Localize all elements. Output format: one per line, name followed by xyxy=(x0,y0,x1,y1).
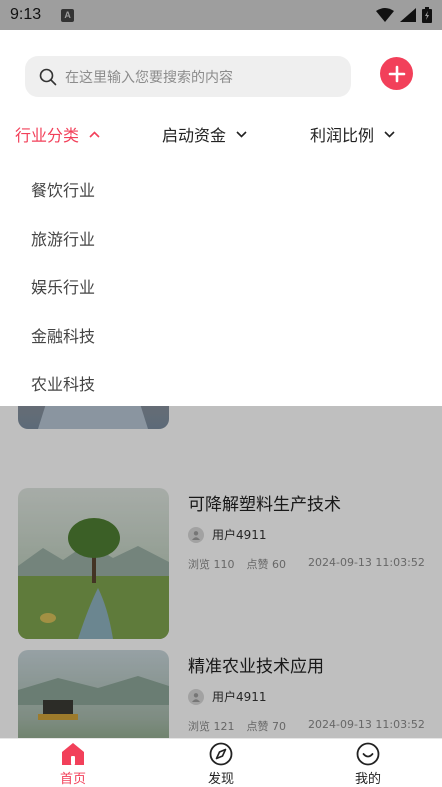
filter-label: 利润比例 xyxy=(310,126,375,145)
dropdown-item[interactable]: 旅游行业 xyxy=(0,214,442,263)
dropdown-item[interactable]: 农业科技 xyxy=(0,359,442,408)
tab-discover[interactable]: 发现 xyxy=(191,742,251,787)
filter-label: 启动资金 xyxy=(162,126,227,145)
battery-icon xyxy=(422,7,432,23)
status-icons xyxy=(376,7,432,23)
chevron-up-icon xyxy=(89,130,100,138)
status-time: 9:13 xyxy=(10,6,42,23)
signal-icon xyxy=(400,8,416,22)
filter-profit-ratio[interactable]: 利润比例 xyxy=(310,122,395,146)
wifi-icon xyxy=(376,8,394,22)
sim-indicator-icon: A xyxy=(61,8,75,22)
industry-dropdown: 餐饮行业 旅游行业 娱乐行业 金融科技 农业科技 xyxy=(0,165,442,408)
tab-home[interactable]: 首页 xyxy=(43,742,103,787)
chevron-down-icon xyxy=(384,130,395,138)
search-bar[interactable]: 在这里输入您要搜索的内容 xyxy=(25,56,351,97)
filter-label: 行业分类 xyxy=(15,126,80,145)
plus-icon xyxy=(388,65,405,82)
add-button[interactable] xyxy=(380,57,413,90)
status-bar: 9:13 A xyxy=(0,0,442,30)
filter-panel: 在这里输入您要搜索的内容 行业分类 启动资金 利润比例 餐饮行业 旅游行业 娱乐… xyxy=(0,30,442,406)
tab-label: 发现 xyxy=(207,772,234,787)
dropdown-item[interactable]: 餐饮行业 xyxy=(0,165,442,214)
tab-label: 我的 xyxy=(354,772,381,787)
chevron-down-icon xyxy=(236,130,247,138)
smile-icon xyxy=(356,742,380,766)
home-icon xyxy=(62,743,84,765)
bottom-tab-bar: 首页 发现 我的 xyxy=(0,738,442,787)
tab-label: 首页 xyxy=(59,772,86,787)
filter-tabs: 行业分类 启动资金 利润比例 xyxy=(0,122,442,150)
compass-icon xyxy=(209,742,233,766)
dropdown-item[interactable]: 金融科技 xyxy=(0,311,442,360)
filter-industry[interactable]: 行业分类 xyxy=(15,122,100,146)
tab-me[interactable]: 我的 xyxy=(338,742,398,787)
search-placeholder: 在这里输入您要搜索的内容 xyxy=(65,69,233,86)
filter-startup-capital[interactable]: 启动资金 xyxy=(162,122,247,146)
search-icon xyxy=(39,68,57,85)
dropdown-item[interactable]: 娱乐行业 xyxy=(0,262,442,311)
